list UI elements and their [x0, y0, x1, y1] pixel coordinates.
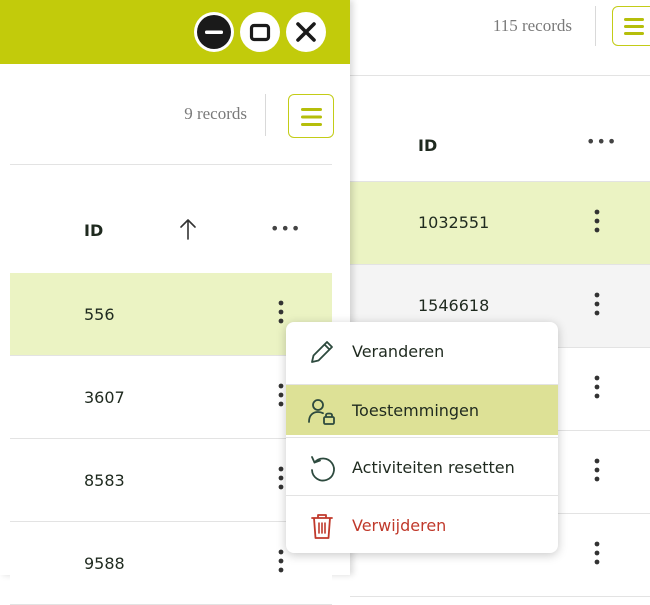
- toolbar-divider: [265, 94, 266, 136]
- back-column-options-icon[interactable]: •••: [586, 132, 617, 151]
- pencil-icon: [311, 341, 333, 363]
- row-id: 8583: [84, 471, 125, 490]
- minimize-button[interactable]: [194, 12, 234, 52]
- column-options-icon[interactable]: •••: [270, 219, 301, 238]
- table-row[interactable]: 1032551: [350, 182, 650, 265]
- menu-item-permissions[interactable]: Toestemmingen: [286, 385, 558, 435]
- minimize-icon: [197, 15, 231, 49]
- kebab-menu-icon[interactable]: [276, 382, 286, 408]
- menu-divider: [286, 495, 558, 496]
- table-row[interactable]: 9588: [10, 522, 332, 605]
- column-header: ID •••: [10, 165, 332, 274]
- menu-item-label: Verwijderen: [352, 516, 447, 535]
- maximize-icon: [249, 23, 271, 42]
- table-row[interactable]: 556: [10, 273, 332, 356]
- reset-icon: [311, 456, 335, 482]
- kebab-menu-icon[interactable]: [592, 457, 602, 483]
- id-column-header[interactable]: ID: [84, 221, 103, 240]
- menu-item-edit[interactable]: Veranderen: [286, 326, 558, 376]
- row-id: 1032551: [418, 213, 490, 232]
- row-id: 3607: [84, 388, 125, 407]
- back-header-divider: [595, 6, 596, 46]
- menu-item-label: Toestemmingen: [352, 401, 480, 420]
- kebab-menu-icon[interactable]: [276, 465, 286, 491]
- menu-item-label: Veranderen: [352, 342, 445, 361]
- kebab-menu-icon[interactable]: [276, 548, 286, 574]
- table-row[interactable]: 3607: [10, 356, 332, 439]
- table-menu-button[interactable]: [288, 94, 334, 138]
- back-id-column-header[interactable]: ID: [418, 136, 437, 155]
- maximize-button[interactable]: [240, 12, 280, 52]
- record-count: 9 records: [184, 104, 247, 123]
- kebab-menu-icon[interactable]: [276, 299, 286, 325]
- menu-item-reset-activities[interactable]: Activiteiten resetten: [286, 442, 558, 492]
- back-panel-header: 115 records: [350, 0, 650, 76]
- row-id: 556: [84, 305, 115, 324]
- close-button[interactable]: [286, 12, 326, 52]
- user-lock-icon: [308, 399, 335, 425]
- back-menu-button[interactable]: [612, 6, 650, 46]
- kebab-menu-icon[interactable]: [592, 208, 602, 234]
- window-titlebar[interactable]: [0, 0, 350, 64]
- back-column-header: ID •••: [350, 76, 650, 182]
- menu-divider: [286, 437, 558, 438]
- back-record-count: 115 records: [492, 16, 572, 35]
- row-context-menu: Veranderen Toestemmingen Activiteiten re…: [286, 322, 558, 553]
- records-toolbar: 9 records: [10, 64, 334, 165]
- hamburger-icon: [624, 18, 644, 35]
- menu-item-delete[interactable]: Verwijderen: [286, 500, 558, 550]
- menu-item-label: Activiteiten resetten: [352, 458, 515, 477]
- sort-ascending-icon[interactable]: [178, 217, 198, 241]
- kebab-menu-icon[interactable]: [592, 374, 602, 400]
- trash-icon: [311, 514, 333, 539]
- row-id: 1546618: [418, 296, 490, 315]
- close-icon: [296, 22, 316, 42]
- row-id: 9588: [84, 554, 125, 573]
- table-row[interactable]: 8583: [10, 439, 332, 522]
- kebab-menu-icon[interactable]: [592, 540, 602, 566]
- hamburger-icon: [301, 108, 322, 126]
- kebab-menu-icon[interactable]: [592, 291, 602, 317]
